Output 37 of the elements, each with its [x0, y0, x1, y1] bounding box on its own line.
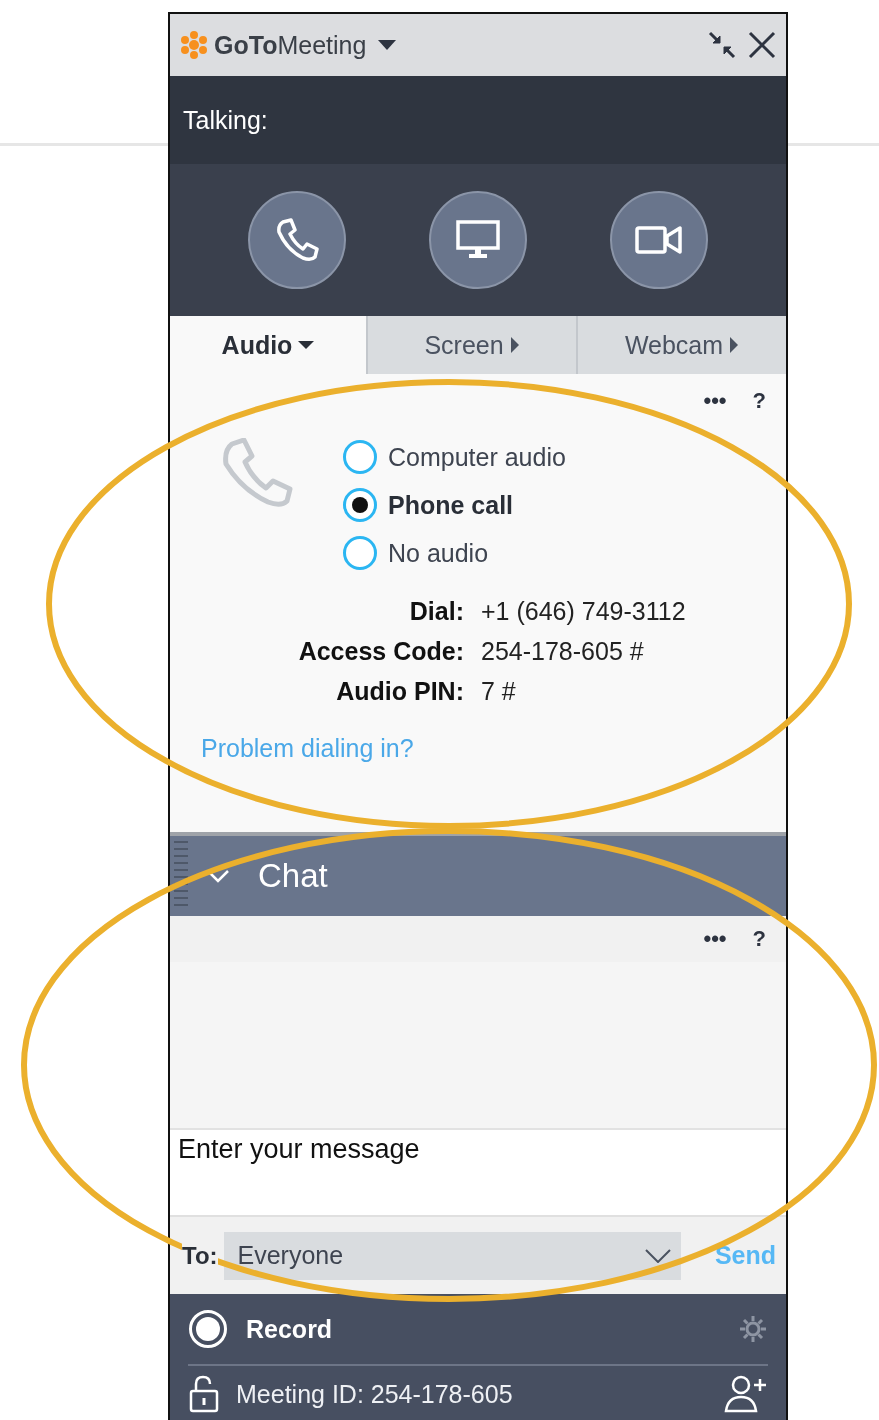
more-options-button[interactable]: •••: [703, 926, 727, 952]
caret-right-icon: [509, 337, 520, 353]
video-camera-icon: [634, 223, 685, 257]
tab[interactable]: Audio: [170, 316, 368, 374]
option-label: Phone call: [388, 490, 514, 520]
more-options-button[interactable]: •••: [703, 388, 727, 408]
detail-label: Dial:: [408, 596, 464, 627]
record-button[interactable]: Record: [246, 1314, 333, 1344]
asterisk-logo-icon: [180, 31, 208, 59]
radio-button[interactable]: [342, 535, 378, 571]
help-button[interactable]: ?: [752, 388, 766, 408]
meeting-id: Meeting ID: 254-178-605: [236, 1379, 513, 1409]
detail-label: Audio PIN:: [335, 676, 464, 707]
recipient-dropdown[interactable]: Everyone: [223, 1231, 681, 1280]
radio-button[interactable]: [342, 439, 378, 475]
caret-down-icon[interactable]: [378, 39, 397, 51]
add-person-icon[interactable]: [724, 1375, 768, 1413]
caret-down-icon: [298, 340, 315, 350]
app-title: GoToMeeting: [214, 30, 367, 60]
talking-label: Talking:: [183, 105, 268, 135]
detail-value: 7 #: [481, 676, 517, 707]
detail-value: +1 (646) 749-3112: [481, 596, 687, 627]
collapse-icon[interactable]: [708, 31, 736, 59]
help-button[interactable]: ?: [752, 926, 766, 952]
chat-header[interactable]: Chat: [170, 836, 786, 916]
detail-value: 254-178-605 #: [481, 636, 645, 667]
caret-right-icon: [729, 337, 740, 353]
settings-icon[interactable]: [738, 1314, 768, 1344]
option-label: Computer audio: [388, 442, 566, 472]
unlocked-padlock-icon[interactable]: [188, 1375, 220, 1413]
message-input[interactable]: Enter your message: [170, 1130, 786, 1217]
option-label: No audio: [388, 538, 489, 568]
chevron-down-icon: [644, 1248, 671, 1263]
detail-label: Access Code:: [297, 636, 464, 667]
close-icon[interactable]: [748, 31, 776, 59]
radio-button[interactable]: [342, 487, 378, 523]
record-icon: [188, 1309, 228, 1349]
